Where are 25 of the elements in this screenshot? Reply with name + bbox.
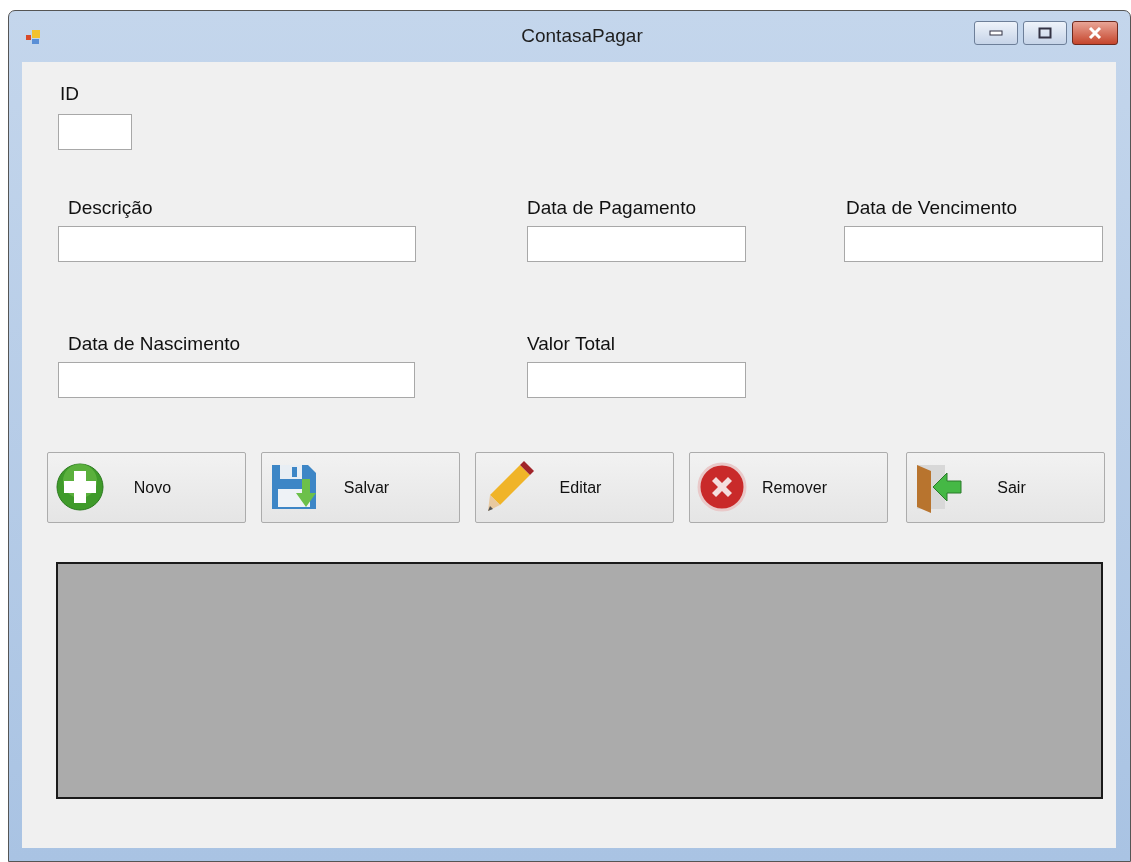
field-label: ID: [59, 82, 80, 106]
action-button[interactable]: Novo: [47, 452, 246, 523]
close-button[interactable]: [1072, 20, 1118, 45]
close-icon: [1087, 26, 1103, 39]
text-field[interactable]: [527, 362, 746, 398]
text-field[interactable]: [844, 226, 1103, 262]
text-field[interactable]: [58, 226, 416, 262]
text-field[interactable]: [527, 226, 746, 262]
field-label: Data de Vencimento: [845, 196, 1019, 220]
minimize-button[interactable]: [974, 20, 1018, 45]
text-field[interactable]: [58, 362, 415, 398]
field-label: Data de Pagamento: [527, 196, 697, 220]
maximize-button[interactable]: [1023, 20, 1067, 45]
app-icon: [26, 29, 40, 44]
action-button[interactable]: Sair: [906, 452, 1105, 523]
minimize-icon: [989, 29, 1003, 36]
field-label: Valor Total: [527, 332, 616, 356]
field-label: Data de Nascimento: [67, 332, 242, 356]
action-button[interactable]: Remover: [689, 452, 888, 523]
text-field[interactable]: [58, 114, 132, 150]
window-title: ContasaPagar: [520, 24, 644, 49]
field-label: Descrição: [67, 196, 154, 220]
maximize-icon: [1038, 26, 1052, 39]
action-button[interactable]: Salvar: [261, 452, 460, 523]
action-button[interactable]: Editar: [475, 452, 674, 523]
